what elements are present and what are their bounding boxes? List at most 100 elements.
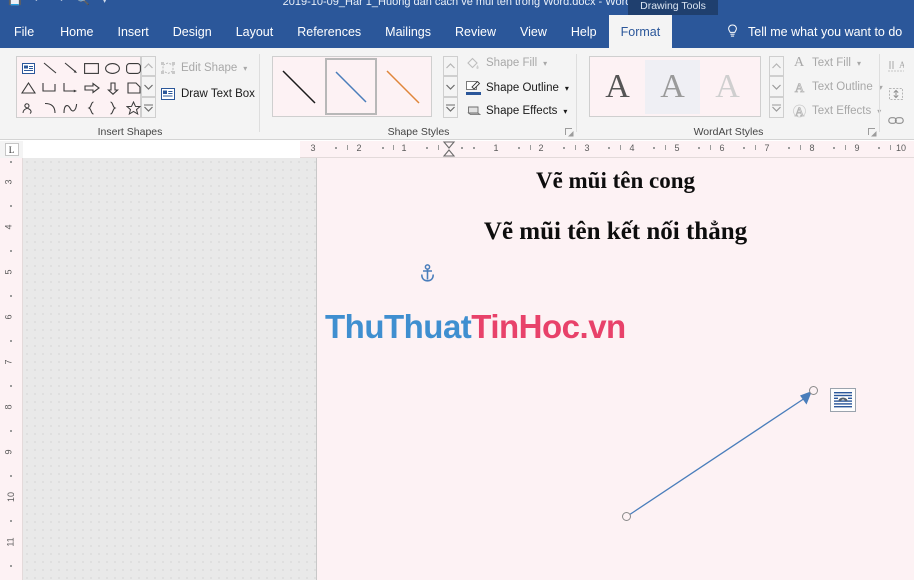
text-direction-button[interactable]: A (888, 58, 904, 74)
text-effects-label: Text Effects (812, 105, 872, 117)
shapes-scroll-up-button[interactable] (141, 56, 156, 76)
ribbon-group-text: A (880, 48, 914, 140)
shape-fill-label: Shape Fill (486, 57, 538, 69)
site-watermark: ThuThuatTinHoc.vn (325, 308, 626, 346)
shape-outline-button[interactable]: Shape Outline ▾ (465, 80, 569, 96)
shape-right-arrow[interactable] (81, 78, 102, 98)
tab-review[interactable]: Review (443, 15, 508, 48)
tab-references[interactable]: References (285, 15, 373, 48)
shape-styles-scroll-down-button[interactable] (443, 76, 458, 97)
shape-scribble[interactable] (18, 98, 39, 118)
shape-line-arrow[interactable] (60, 58, 81, 78)
draw-text-box-button[interactable]: Draw Text Box (160, 86, 255, 102)
tab-insert[interactable]: Insert (106, 15, 161, 48)
tab-format[interactable]: Format (608, 15, 673, 48)
create-link-button[interactable] (888, 112, 904, 128)
hruler-mark: 1 (493, 143, 499, 153)
edit-shape-button[interactable]: Edit Shape ▾ (160, 60, 247, 76)
shape-styles-more-button[interactable] (443, 97, 458, 118)
shape-elbow-connector[interactable] (39, 78, 60, 98)
layout-options-button[interactable] (830, 388, 856, 412)
align-text-button[interactable] (888, 86, 904, 102)
tab-file[interactable]: File (0, 15, 49, 48)
wordart-scroll-down-button[interactable] (769, 76, 784, 97)
shape-down-arrow[interactable] (102, 78, 123, 98)
draw-text-box-icon (160, 86, 176, 102)
tab-design[interactable]: Design (161, 15, 224, 48)
wordart-dialog-launcher[interactable] (868, 128, 877, 137)
shape-style-black[interactable] (273, 58, 325, 115)
vruler-mark: 11 (5, 537, 16, 547)
document-canvas[interactable]: Vẽ mũi tên cong Vẽ mũi tên kết nối thẳng… (23, 158, 914, 580)
wordart-gallery[interactable]: A A A (589, 56, 761, 117)
ribbon: Edit Shape ▾ Draw Text Box Insert Shapes (0, 48, 914, 140)
edit-shape-icon (160, 60, 176, 76)
text-fill-icon: A (793, 55, 805, 70)
contextual-tab-label: Drawing Tools (628, 0, 718, 15)
hruler-mark: 10 (895, 143, 907, 153)
shape-right-brace[interactable] (102, 98, 123, 118)
document-heading-1: Vẽ mũi tên cong (535, 168, 696, 193)
shape-rectangle[interactable] (81, 58, 102, 78)
shape-oval[interactable] (102, 58, 123, 78)
shapes-more-button[interactable] (141, 97, 156, 118)
wordart-sample-light[interactable]: A (700, 60, 755, 114)
wordart-sample-mid[interactable]: A (645, 59, 700, 114)
shapes-gallery[interactable] (16, 56, 141, 118)
text-outline-label: Text Outline (812, 81, 873, 93)
end-resize-handle[interactable] (809, 386, 818, 395)
hruler-mark: 9 (854, 143, 860, 153)
wordart-more-button[interactable] (769, 97, 784, 118)
horizontal-ruler[interactable]: 3 2 1 1 2 3 4 5 6 7 8 9 10 (300, 141, 914, 158)
chevron-down-icon: ▾ (243, 63, 248, 73)
hruler-mark: 1 (401, 143, 407, 153)
tab-home[interactable]: Home (48, 15, 105, 48)
shape-arc[interactable] (39, 98, 60, 118)
tab-help[interactable]: Help (559, 15, 609, 48)
shape-styles-dialog-launcher[interactable] (565, 128, 574, 137)
window-title: 2019-10-09_Har 1_Huong dan cach ve mui t… (282, 0, 632, 8)
shape-text-box[interactable] (18, 58, 39, 78)
svg-text:A: A (899, 60, 904, 70)
document-page[interactable]: Vẽ mũi tên cong Vẽ mũi tên kết nối thẳng… (316, 158, 914, 580)
hruler-mark: 2 (538, 143, 544, 153)
tab-view[interactable]: View (508, 15, 559, 48)
hruler-mark: 3 (584, 143, 590, 153)
edit-shape-label: Edit Shape (181, 62, 238, 74)
shape-triangle[interactable] (18, 78, 39, 98)
tab-layout[interactable]: Layout (224, 15, 286, 48)
shapes-scroll-down-button[interactable] (141, 76, 156, 97)
start-resize-handle[interactable] (622, 512, 631, 521)
create-link-icon (888, 112, 904, 128)
shape-elbow-arrow-connector[interactable] (60, 78, 81, 98)
shape-left-brace[interactable] (81, 98, 102, 118)
wordart-scroll-up-button[interactable] (769, 56, 784, 76)
shape-outline-icon (465, 80, 481, 96)
document-heading-2: Vẽ mũi tên kết nối thẳng (483, 218, 748, 245)
shape-fill-button[interactable]: Shape Fill ▾ (465, 55, 547, 71)
shape-style-blue[interactable] (325, 58, 377, 115)
align-text-icon (888, 86, 904, 102)
shape-styles-scroll-up-button[interactable] (443, 56, 458, 76)
shape-effects-button[interactable]: Shape Effects ▾ (465, 103, 567, 119)
shape-style-orange[interactable] (377, 58, 429, 115)
vruler-mark: 9 (3, 449, 14, 455)
shape-styles-gallery[interactable] (272, 56, 432, 117)
tell-me-search[interactable]: Tell me what you want to do (726, 15, 902, 48)
watermark-part-1: ThuThuat (325, 308, 472, 345)
vertical-ruler[interactable]: 3 4 5 6 7 8 9 10 11 (0, 158, 23, 580)
text-fill-button[interactable]: A Text Fill ▾ (791, 55, 861, 71)
wordart-sample-dark[interactable]: A (590, 60, 645, 114)
first-line-indent-marker[interactable] (442, 141, 456, 158)
hruler-mark: 7 (764, 143, 770, 153)
tab-selector-button[interactable]: L (4, 143, 19, 156)
text-effects-button[interactable]: A Text Effects ▾ (791, 103, 881, 119)
straight-arrow-connector[interactable] (607, 373, 817, 523)
hruler-mark: 6 (719, 143, 725, 153)
text-outline-button[interactable]: A Text Outline ▾ (791, 79, 883, 95)
tab-mailings[interactable]: Mailings (373, 15, 443, 48)
shape-curve[interactable] (60, 98, 81, 118)
vruler-mark: 5 (3, 269, 14, 275)
shape-line[interactable] (39, 58, 60, 78)
shape-effects-icon (465, 103, 481, 119)
